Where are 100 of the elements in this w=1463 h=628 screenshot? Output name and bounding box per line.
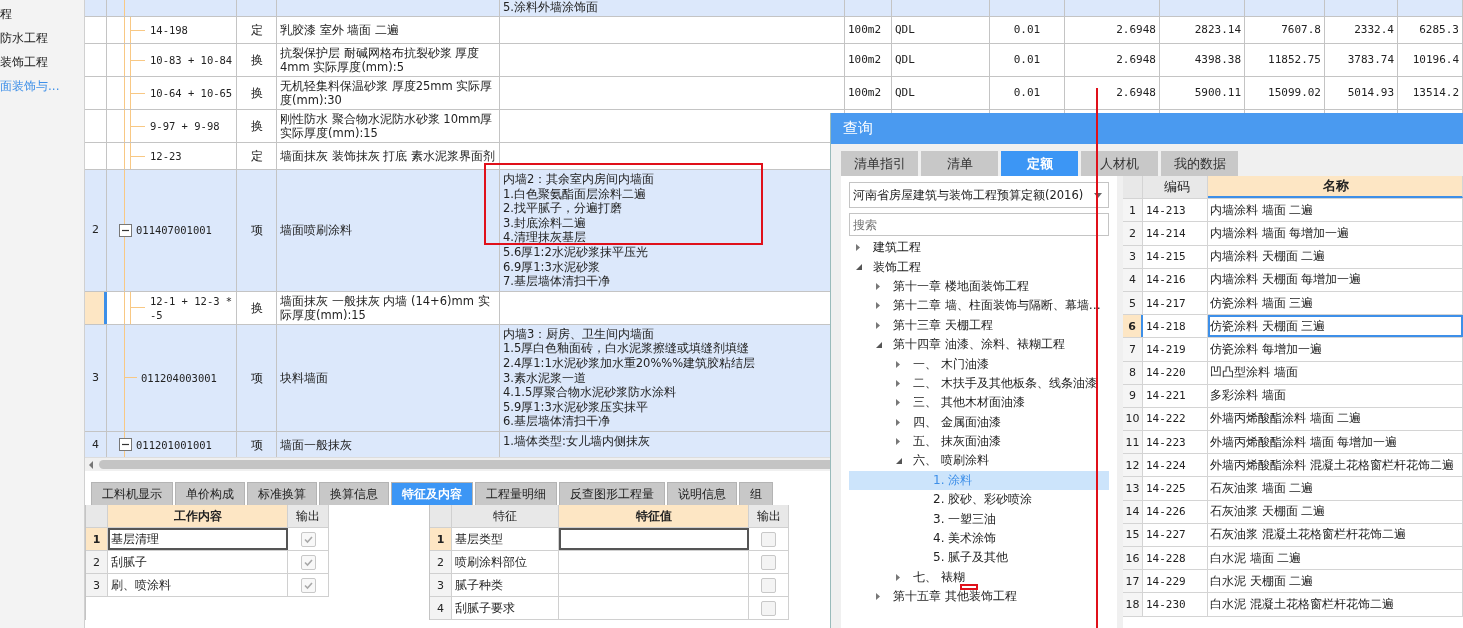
- row-header[interactable]: 2: [85, 170, 107, 291]
- table-cell[interactable]: [559, 528, 749, 550]
- column-header[interactable]: 输出: [288, 505, 329, 527]
- table-cell[interactable]: 刮腻子: [108, 551, 288, 573]
- tab[interactable]: 组: [739, 482, 773, 505]
- tree-item[interactable]: 装饰工程: [849, 257, 1109, 277]
- column-header[interactable]: 输出: [749, 505, 789, 527]
- tree-item[interactable]: 三、 其他木材面油漆: [849, 393, 1109, 413]
- table-cell[interactable]: 14-223: [1143, 431, 1208, 454]
- checkbox[interactable]: [761, 600, 776, 616]
- tree-item[interactable]: 2. 胶砂、彩砂喷涂: [849, 490, 1109, 510]
- checkbox[interactable]: [761, 577, 776, 593]
- table-cell[interactable]: 刷、喷涂料: [108, 574, 288, 596]
- table-cell[interactable]: 14-225: [1143, 477, 1208, 500]
- table-cell[interactable]: 14-229: [1143, 570, 1208, 593]
- table-cell[interactable]: 14-217: [1143, 291, 1208, 315]
- tab[interactable]: 说明信息: [667, 482, 737, 505]
- tab[interactable]: 工料机显示: [91, 482, 173, 505]
- checkbox[interactable]: [300, 577, 316, 593]
- table-cell[interactable]: 石灰油浆 天棚面 二遍: [1208, 500, 1463, 523]
- tree-item[interactable]: 二、 木扶手及其他板条、线条油漆: [849, 373, 1109, 394]
- column-header[interactable]: 工作内容: [108, 505, 288, 527]
- collapsed-arrow-icon[interactable]: [895, 437, 901, 447]
- collapsed-arrow-icon[interactable]: [855, 243, 861, 253]
- collapsed-arrow-icon[interactable]: [875, 301, 881, 311]
- sidebar-item[interactable]: 装饰工程: [0, 50, 84, 74]
- scroll-left-arrow-icon[interactable]: [87, 459, 95, 470]
- sidebar-item[interactable]: 防水工程: [0, 26, 84, 50]
- collapse-icon[interactable]: [119, 223, 132, 237]
- tree-item[interactable]: 四、 金属面油漆: [849, 412, 1109, 432]
- tree-item[interactable]: 4. 美术涂饰: [849, 528, 1109, 549]
- table-row[interactable]: 5.涂料外墙涂饰面: [85, 0, 1463, 17]
- tree-item[interactable]: 5. 腻子及其他: [849, 548, 1109, 568]
- column-header[interactable]: 编码: [1143, 176, 1208, 199]
- table-cell[interactable]: 石灰油浆 混凝土花格窗栏杆花饰二遍: [1208, 523, 1463, 546]
- tab[interactable]: 单价构成: [175, 482, 245, 505]
- table-cell[interactable]: 外墙丙烯酸酯涂料 墙面 每增加一遍: [1208, 431, 1463, 454]
- table-cell[interactable]: 内墙涂料 天棚面 二遍: [1208, 245, 1463, 268]
- table-cell[interactable]: 14-215: [1143, 245, 1208, 268]
- tree-item[interactable]: 七、 裱糊: [849, 567, 1109, 588]
- collapsed-arrow-icon[interactable]: [895, 359, 901, 369]
- table-cell[interactable]: 腻子种类: [452, 574, 559, 596]
- table-cell[interactable]: 内墙涂料 墙面 每增加一遍: [1208, 222, 1463, 245]
- tab[interactable]: 工程量明细: [475, 482, 557, 505]
- table-cell[interactable]: 14-228: [1143, 547, 1208, 570]
- tab[interactable]: 反查图形工程量: [559, 482, 665, 505]
- tree-item[interactable]: 一、 木门油漆: [849, 354, 1109, 374]
- expanded-arrow-icon[interactable]: [875, 340, 883, 349]
- tree-item[interactable]: 五、 抹灰面油漆: [849, 431, 1109, 452]
- table-cell[interactable]: 14-214: [1143, 222, 1208, 245]
- collapsed-arrow-icon[interactable]: [895, 378, 901, 388]
- collapsed-arrow-icon[interactable]: [875, 320, 881, 330]
- sidebar-item[interactable]: 程: [0, 2, 84, 26]
- tree-item[interactable]: 第十四章 油漆、涂料、裱糊工程: [849, 334, 1109, 355]
- expanded-arrow-icon[interactable]: [855, 263, 863, 272]
- tab[interactable]: 换算信息: [319, 482, 389, 505]
- collapsed-arrow-icon[interactable]: [875, 592, 881, 602]
- tree-item[interactable]: 第十五章 其他装饰工程: [849, 587, 1109, 607]
- table-cell[interactable]: 喷刷涂料部位: [452, 551, 559, 573]
- table-cell[interactable]: 白水泥 墙面 二遍: [1208, 547, 1463, 570]
- table-cell[interactable]: 外墙丙烯酸酯涂料 混凝土花格窗栏杆花饰二遍: [1208, 454, 1463, 477]
- expanded-arrow-icon[interactable]: [895, 457, 903, 465]
- table-cell[interactable]: 白水泥 天棚面 二遍: [1208, 570, 1463, 593]
- table-row[interactable]: 10-83 + 10-84 换 抗裂保护层 耐碱网格布抗裂砂浆 厚度4mm 实际厚度(mm):5 100m2 QDL 0.01 2.6948 4398.38 11852.75 3783.74 10196.4: [85, 44, 1463, 77]
- table-cell[interactable]: 14-230: [1143, 593, 1208, 616]
- table-cell[interactable]: 多彩涂料 墙面: [1208, 384, 1463, 407]
- tree-item[interactable]: 第十二章 墙、柱面装饰与隔断、幕墙…: [849, 296, 1109, 316]
- table-cell[interactable]: 外墙丙烯酸酯涂料 墙面 二遍: [1208, 407, 1463, 431]
- table-cell[interactable]: 刮腻子要求: [452, 597, 559, 619]
- table-cell[interactable]: 14-221: [1143, 384, 1208, 407]
- tab[interactable]: 清单指引: [841, 151, 918, 176]
- table-cell[interactable]: 石灰油浆 墙面 二遍: [1208, 477, 1463, 500]
- checkbox[interactable]: [761, 554, 776, 570]
- table-cell[interactable]: 14-220: [1143, 361, 1208, 384]
- tab[interactable]: 人材机: [1081, 151, 1158, 176]
- table-row[interactable]: 14-198 定 乳胶漆 室外 墙面 二遍 100m2 QDL 0.01 2.6948 2823.14 7607.8 2332.4 6285.3: [85, 17, 1463, 44]
- library-dropdown[interactable]: 河南省房屋建筑与装饰工程预算定额(2016): [849, 182, 1109, 208]
- column-header[interactable]: 特征值: [559, 505, 749, 527]
- table-cell[interactable]: 14-227: [1143, 523, 1208, 546]
- table-cell[interactable]: 14-216: [1143, 268, 1208, 291]
- table-cell[interactable]: 14-224: [1143, 454, 1208, 477]
- tab[interactable]: 我的数据: [1161, 151, 1238, 176]
- table-cell[interactable]: 14-213: [1143, 199, 1208, 222]
- table-row[interactable]: 10-64 + 10-65 换 无机轻集料保温砂浆 厚度25mm 实际厚度(mm):30 100m2 QDL 0.01 2.6948 5900.11 15099.02 5014.93 13514.2: [85, 77, 1463, 110]
- table-cell[interactable]: 基层类型: [452, 528, 559, 550]
- tree-item[interactable]: 3. 一塑三油: [849, 509, 1109, 529]
- tree-item[interactable]: 建筑工程: [849, 238, 1109, 258]
- table-cell[interactable]: 14-226: [1143, 500, 1208, 523]
- checkbox[interactable]: [761, 531, 776, 547]
- table-cell[interactable]: 凹凸型涂料 墙面: [1208, 361, 1463, 384]
- table-cell[interactable]: 基层清理: [108, 528, 288, 550]
- collapse-icon[interactable]: [119, 438, 132, 452]
- table-cell[interactable]: 14-219: [1143, 338, 1208, 361]
- table-cell[interactable]: 仿瓷涂料 天棚面 三遍: [1208, 315, 1463, 338]
- table-cell[interactable]: 仿瓷涂料 墙面 三遍: [1208, 291, 1463, 315]
- column-header[interactable]: 名称: [1208, 176, 1463, 199]
- row-header[interactable]: 3: [85, 324, 107, 431]
- table-cell[interactable]: 内墙涂料 天棚面 每增加一遍: [1208, 268, 1463, 291]
- table-cell[interactable]: 14-218: [1143, 315, 1208, 338]
- table-cell[interactable]: 仿瓷涂料 每增加一遍: [1208, 338, 1463, 361]
